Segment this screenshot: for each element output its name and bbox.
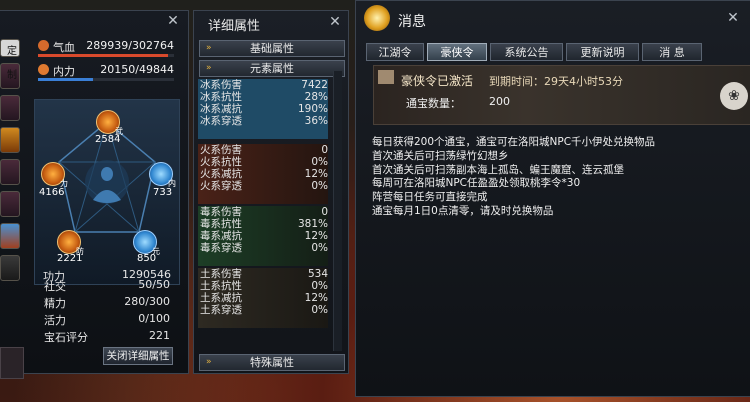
- haoxia-banner: 豪侠令已激活 到期时间：29天4小时53分 通宝数量： 200 ❀: [373, 65, 750, 125]
- attr-row: 火系减抗 12%: [200, 168, 328, 180]
- section-special-button[interactable]: » 特殊属性: [199, 354, 345, 371]
- poison-attr-group: 毒系伤害 0 毒系抗性 381% 毒系减抗 12% 毒系穿透 0%: [198, 206, 328, 266]
- character-stats-panel: ✕ 定制 气血 289939/302764 内力 20150/49844 武 2…: [0, 10, 189, 379]
- coin-label: 通宝数量：: [406, 97, 461, 110]
- attr-row: 毒系减抗 12%: [200, 230, 328, 242]
- coin-value: 200: [489, 95, 510, 108]
- close-detail-button[interactable]: 关闭详细属性: [103, 347, 173, 365]
- token-icon: [378, 70, 394, 84]
- equipment-slots: 定制: [0, 39, 22, 287]
- attr-value-wu: 2584: [95, 134, 121, 145]
- section-element-button[interactable]: » 元素属性: [199, 60, 345, 77]
- close-icon[interactable]: ✕: [166, 14, 180, 28]
- attr-row: 毒系抗性 381%: [200, 218, 328, 230]
- stat-row-energy: 精力 280/300: [44, 295, 170, 310]
- portrait-thumbnail[interactable]: [0, 347, 24, 379]
- panel-title: 消息: [398, 14, 426, 30]
- attr-node-li[interactable]: 力: [41, 162, 68, 188]
- close-icon[interactable]: ✕: [328, 15, 342, 29]
- equipment-slot[interactable]: [0, 223, 20, 249]
- attr-node-nei[interactable]: 内: [149, 162, 176, 188]
- chevron-down-icon: »: [206, 63, 212, 73]
- desc-line: 首次通关后可扫荡绿竹幻想乡: [372, 149, 509, 162]
- attr-row: 毒系穿透 0%: [200, 242, 328, 254]
- attr-row: 冰系抗性 28%: [200, 91, 328, 103]
- hp-icon: [38, 40, 49, 51]
- ice-attr-group: 冰系伤害 7422 冰系抗性 28% 冰系减抗 190% 冰系穿透 36%: [198, 79, 328, 139]
- hp-value: 289939/302764: [86, 39, 174, 52]
- mp-value: 20150/49844: [100, 63, 174, 76]
- attr-row: 土系抗性 0%: [200, 280, 328, 292]
- equipment-slot[interactable]: [0, 191, 20, 217]
- earth-attr-group: 土系伤害 534 土系抗性 0% 土系减抗 12% 土系穿透 0%: [198, 268, 328, 328]
- equipment-slot[interactable]: [0, 159, 20, 185]
- attr-row: 土系减抗 12%: [200, 292, 328, 304]
- attr-value-yuan: 850: [137, 253, 157, 264]
- tab-update-notes[interactable]: 更新说明: [566, 43, 639, 61]
- desc-line: 每日获得200个通宝，通宝可在洛阳城NPC千小伊处兑换物品: [372, 136, 656, 148]
- equipment-slot[interactable]: [0, 95, 20, 121]
- equipment-slot[interactable]: [0, 127, 20, 153]
- desc-line: 首次通关后可扫荡副本海上孤岛、蝙王魔窟、连云孤堡: [372, 163, 624, 176]
- slot-tag[interactable]: 定制: [0, 39, 20, 81]
- message-icon: [364, 5, 390, 31]
- activation-title: 豪侠令已激活: [401, 74, 474, 88]
- hp-fill: [38, 54, 169, 57]
- tab-messages[interactable]: 消 息: [642, 43, 702, 61]
- tab-system-notice[interactable]: 系统公告: [490, 43, 563, 61]
- attr-value-fang: 2221: [57, 253, 83, 264]
- attr-row: 火系穿透 0%: [200, 180, 328, 192]
- section-basic-button[interactable]: » 基础属性: [199, 40, 345, 57]
- mp-icon: [38, 64, 49, 75]
- stat-row-vitality: 活力 0/100: [44, 312, 170, 327]
- chevron-right-icon: »: [206, 357, 212, 367]
- desc-line: 通宝每月1日0点清零，请及时兑换物品: [372, 204, 554, 217]
- expire-time: 到期时间：29天4小时53分: [489, 75, 623, 88]
- fire-attr-group: 火系伤害 0 火系抗性 0% 火系减抗 12% 火系穿透 0%: [198, 144, 328, 204]
- attributes-scrollbar[interactable]: [333, 71, 342, 351]
- attr-row: 火系抗性 0%: [200, 156, 328, 168]
- mp-bar: 内力 20150/49844: [38, 62, 178, 81]
- attr-node-yuan[interactable]: 元: [133, 230, 160, 256]
- attr-value-nei: 733: [153, 187, 173, 198]
- close-icon[interactable]: ✕: [726, 11, 740, 25]
- mp-fill: [38, 78, 93, 81]
- detail-attributes-panel: 详细属性 ✕ » 基础属性 » 元素属性 冰系伤害 7422 冰系抗性 28% 冰系…: [193, 10, 349, 374]
- attr-row: 冰系减抗 190%: [200, 103, 328, 115]
- message-panel: 消息 ✕ 江湖令 豪侠令 系统公告 更新说明 消 息 豪侠令已激活 到期时间：2…: [355, 0, 750, 397]
- attr-row: 土系穿透 0%: [200, 304, 328, 316]
- mp-label: 内力: [53, 65, 75, 78]
- tab-haoxia[interactable]: 豪侠令: [427, 43, 487, 61]
- hp-label: 气血: [53, 41, 75, 54]
- attr-row: 毒系伤害 0: [200, 206, 328, 218]
- attr-node-fang[interactable]: 防: [57, 230, 84, 256]
- desc-line: 阵营每日任务可直接完成: [372, 191, 488, 204]
- stat-row-social: 社交 50/50: [44, 278, 170, 293]
- hp-bar: 气血 289939/302764: [38, 38, 178, 57]
- attr-row: 土系伤害 534: [200, 268, 328, 280]
- stat-row-gem-score: 宝石评分 221: [44, 329, 170, 344]
- attr-row: 火系伤害 0: [200, 144, 328, 156]
- attr-value-li: 4166: [39, 187, 65, 198]
- seal-icon: ❀: [720, 82, 748, 110]
- description-text: 每日获得200个通宝，通宝可在洛阳城NPC千小伊处兑换物品 首次通关后可扫荡绿竹…: [372, 136, 742, 219]
- chevron-right-icon: »: [206, 43, 212, 53]
- panel-title: 详细属性: [208, 19, 261, 34]
- tab-jianghu[interactable]: 江湖令: [366, 43, 424, 61]
- desc-line: 每周可在洛阳城NPC任盈盈处领取桃李令*30: [372, 177, 581, 190]
- attr-row: 冰系穿透 36%: [200, 115, 328, 127]
- attr-node-wu[interactable]: 武: [96, 110, 123, 136]
- attribute-pentagon: 武 2584 力 4166 内 733 防 2221 元 850 功力 1290…: [34, 99, 180, 285]
- equipment-slot[interactable]: [0, 255, 20, 281]
- attr-row: 冰系伤害 7422: [200, 79, 328, 91]
